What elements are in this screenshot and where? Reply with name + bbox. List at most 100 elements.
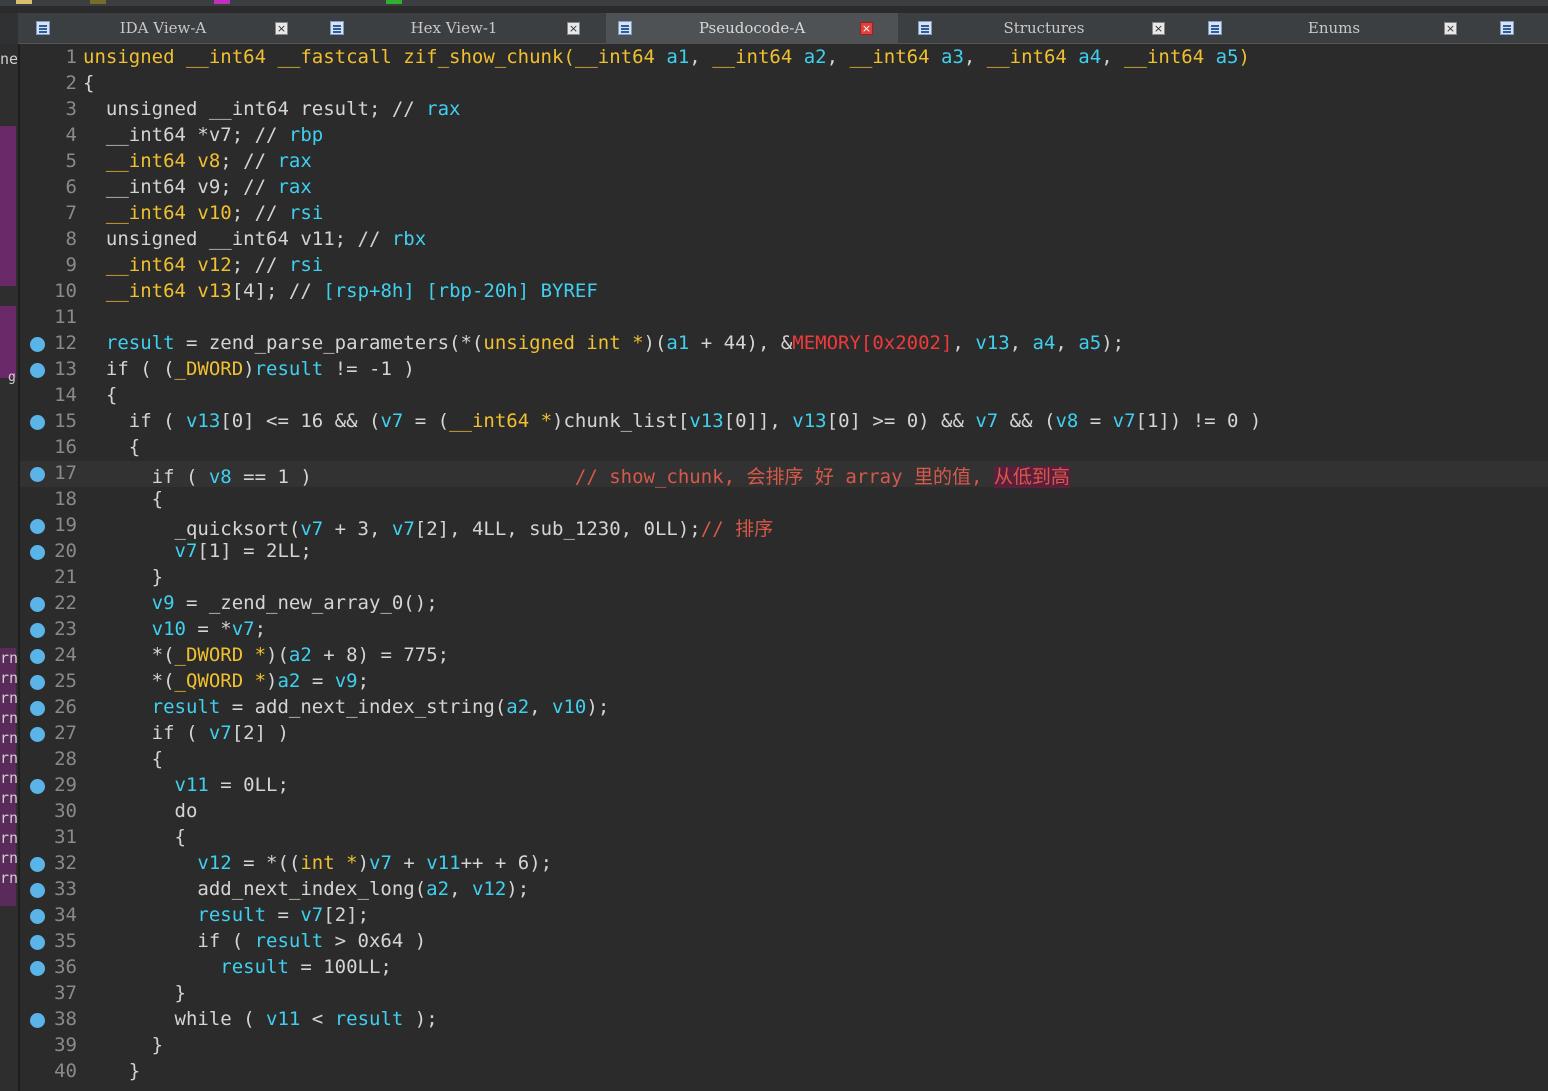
code-line[interactable]: 14 { <box>20 383 1548 409</box>
code-line[interactable]: 30 do <box>20 799 1548 825</box>
code-line[interactable]: 25 *(_QWORD *)a2 = v9; <box>20 669 1548 695</box>
code-token: v13 <box>689 410 724 432</box>
code-line[interactable]: 2{ <box>20 71 1548 97</box>
close-icon[interactable]: × <box>1152 22 1165 35</box>
code-line[interactable]: 1 unsigned __int64 __fastcall zif_show_ch… <box>20 45 1548 71</box>
close-icon[interactable]: × <box>567 22 580 35</box>
code-line[interactable]: 34 result = v7[2]; <box>20 903 1548 929</box>
code-text[interactable]: if ( (_DWORD)result != -1 ) <box>83 358 415 380</box>
pseudocode-view[interactable]: 1 unsigned __int64 __fastcall zif_show_ch… <box>20 44 1548 1091</box>
code-text[interactable]: _quicksort(v7 + 3, v7[2], 4LL, sub_1230,… <box>83 514 774 541</box>
code-text[interactable]: v11 = 0LL; <box>83 774 289 796</box>
code-line[interactable]: 5 __int64 v8; // rax <box>20 149 1548 175</box>
code-line[interactable]: 26 result = add_next_index_string(a2, v1… <box>20 695 1548 721</box>
code-text[interactable]: } <box>83 1034 163 1056</box>
code-text[interactable]: do <box>83 800 198 822</box>
code-line[interactable]: 17 if ( v8 == 1 ) // show_chunk, 会排序 好 a… <box>20 461 1548 489</box>
code-text[interactable]: unsigned __int64 result; // rax <box>83 98 461 120</box>
code-text[interactable]: __int64 v10; // rsi <box>83 202 323 224</box>
line-number: 31 <box>54 826 77 848</box>
code-line[interactable]: 40 } <box>20 1059 1548 1085</box>
left-panel-fragment: rn <box>0 809 18 827</box>
code-line[interactable]: 12 result = zend_parse_parameters(*(unsi… <box>20 331 1548 357</box>
code-line[interactable]: 39 } <box>20 1033 1548 1059</box>
code-token: rsi <box>288 202 324 224</box>
code-text[interactable]: } <box>83 1060 140 1082</box>
tab-ida-view-a[interactable]: IDA View-A × <box>24 13 302 44</box>
code-text[interactable]: v10 = *v7; <box>83 618 266 640</box>
tab-pseudocode-a[interactable]: Pseudocode-A × <box>606 13 898 44</box>
code-token: __int64 v8 <box>105 150 221 172</box>
line-number: 17 <box>54 462 77 484</box>
code-line[interactable]: 13 if ( (_DWORD)result != -1 ) <box>20 357 1548 383</box>
code-line[interactable]: 37 } <box>20 981 1548 1007</box>
code-text[interactable]: { <box>83 436 140 458</box>
close-icon[interactable]: × <box>275 22 288 35</box>
code-line[interactable]: 7 __int64 v10; // rsi <box>20 201 1548 227</box>
code-line[interactable]: 31 { <box>20 825 1548 851</box>
tab-structures[interactable]: Structures × <box>906 13 1182 44</box>
tab-hex-view-1[interactable]: Hex View-1 × <box>318 13 590 44</box>
code-line[interactable]: 6 __int64 v9; // rax <box>20 175 1548 201</box>
code-line[interactable]: 16 { <box>20 435 1548 461</box>
code-text[interactable]: if ( v8 == 1 ) // show_chunk, 会排序 好 arra… <box>83 462 1070 489</box>
code-line[interactable]: 33 add_next_index_long(a2, v12); <box>20 877 1548 903</box>
code-text[interactable]: __int64 v13[4]; // [rsp+8h] [rbp-20h] BY… <box>83 280 598 302</box>
code-line[interactable]: 22 v9 = _zend_new_array_0(); <box>20 591 1548 617</box>
code-line[interactable]: 35 if ( result > 0x64 ) <box>20 929 1548 955</box>
code-text[interactable]: { <box>83 826 186 848</box>
code-line[interactable]: 19 _quicksort(v7 + 3, v7[2], 4LL, sub_12… <box>20 513 1548 541</box>
code-line[interactable]: 23 v10 = *v7; <box>20 617 1548 643</box>
code-text[interactable]: while ( v11 < result ); <box>83 1008 438 1030</box>
code-text[interactable]: v7[1] = 2LL; <box>83 540 312 562</box>
code-line[interactable]: 29 v11 = 0LL; <box>20 773 1548 799</box>
code-line[interactable]: 24 *(_DWORD *)(a2 + 8) = 775; <box>20 643 1548 669</box>
left-tab-stub[interactable] <box>0 13 18 44</box>
code-line[interactable]: 20 v7[1] = 2LL; <box>20 539 1548 565</box>
code-text[interactable]: __int64 v8; // rax <box>83 150 312 172</box>
line-number: 15 <box>54 410 77 432</box>
code-text[interactable]: unsigned __int64 v11; // rbx <box>83 228 426 250</box>
code-text[interactable]: } <box>83 566 163 588</box>
code-line[interactable]: 28 { <box>20 747 1548 773</box>
code-line[interactable]: 4 __int64 *v7; // rbp <box>20 123 1548 149</box>
code-line[interactable]: 11 <box>20 305 1548 331</box>
code-line[interactable]: 36 result = 100LL; <box>20 955 1548 981</box>
code-line[interactable]: 9 __int64 v12; // rsi <box>20 253 1548 279</box>
code-text[interactable]: if ( result > 0x64 ) <box>83 930 426 952</box>
code-line[interactable]: 10 __int64 v13[4]; // [rsp+8h] [rbp-20h]… <box>20 279 1548 305</box>
code-text[interactable]: { <box>83 748 163 770</box>
code-text[interactable]: result = add_next_index_string(a2, v10); <box>83 696 610 718</box>
close-icon[interactable]: × <box>860 22 873 35</box>
code-text[interactable]: result = zend_parse_parameters(*(unsigne… <box>83 332 1124 354</box>
code-text[interactable]: { <box>83 488 163 510</box>
code-text[interactable]: *(_DWORD *)(a2 + 8) = 775; <box>83 644 449 666</box>
code-text[interactable]: __int64 v9; // rax <box>83 176 312 198</box>
code-line[interactable]: 38 while ( v11 < result ); <box>20 1007 1548 1033</box>
code-line[interactable]: 32 v12 = *((int *)v7 + v11++ + 6); <box>20 851 1548 877</box>
code-line[interactable]: 27 if ( v7[2] ) <box>20 721 1548 747</box>
code-text[interactable]: if ( v13[0] <= 16 && (v7 = (__int64 *)ch… <box>83 410 1262 432</box>
code-text[interactable]: { <box>83 72 94 94</box>
code-text[interactable]: *(_QWORD *)a2 = v9; <box>83 670 369 692</box>
code-line[interactable]: 18 { <box>20 487 1548 513</box>
code-line[interactable]: 15 if ( v13[0] <= 16 && (v7 = (__int64 *… <box>20 409 1548 435</box>
code-text[interactable]: unsigned __int64 __fastcall zif_show_chu… <box>83 46 1250 68</box>
code-text[interactable]: { <box>83 384 117 406</box>
tab-enums[interactable]: Enums × <box>1196 13 1472 44</box>
code-text[interactable]: result = v7[2]; <box>83 904 369 926</box>
code-text[interactable]: v12 = *((int *)v7 + v11++ + 6); <box>83 852 552 874</box>
code-text[interactable]: result = 100LL; <box>83 956 392 978</box>
code-text[interactable]: if ( v7[2] ) <box>83 722 289 744</box>
code-text[interactable]: __int64 v12; // rsi <box>83 254 323 276</box>
code-text[interactable]: v9 = _zend_new_array_0(); <box>83 592 438 614</box>
code-text[interactable]: add_next_index_long(a2, v12); <box>83 878 529 900</box>
code-line[interactable]: 21 } <box>20 565 1548 591</box>
code-text[interactable]: } <box>83 982 186 1004</box>
close-icon[interactable]: × <box>1444 22 1457 35</box>
code-line[interactable]: 8 unsigned __int64 v11; // rbx <box>20 227 1548 253</box>
code-text[interactable]: __int64 *v7; // rbp <box>83 124 323 146</box>
tab-overflow[interactable] <box>1488 13 1548 44</box>
code-line[interactable]: 3 unsigned __int64 result; // rax <box>20 97 1548 123</box>
line-number: 25 <box>54 670 77 692</box>
